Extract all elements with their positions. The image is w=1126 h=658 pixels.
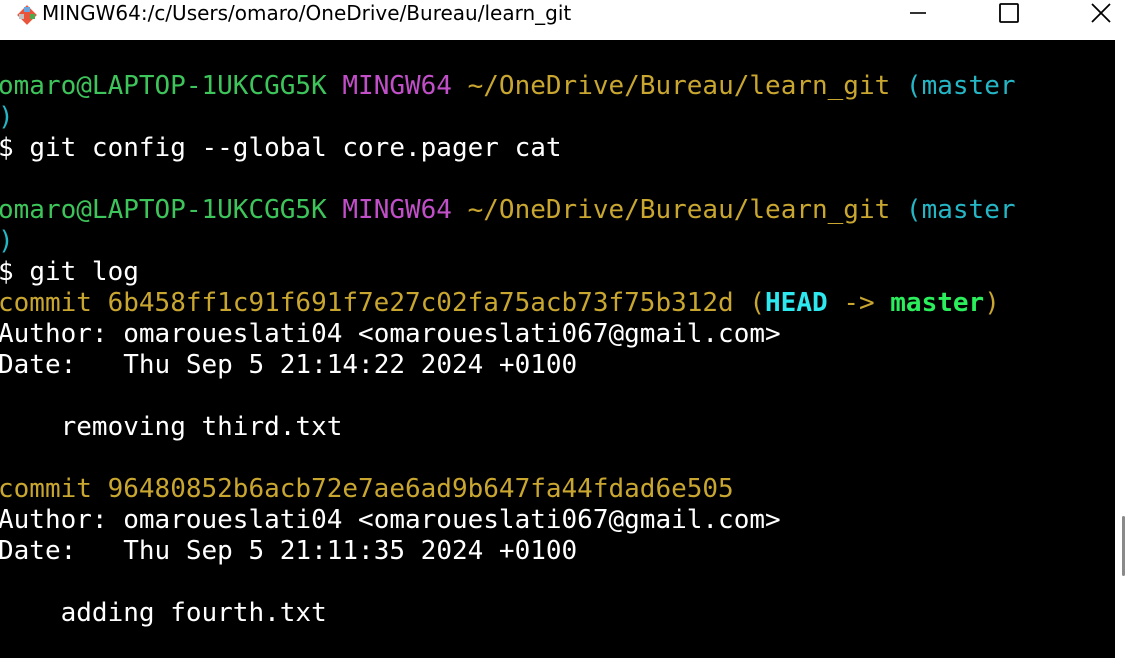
author-label: Author: xyxy=(0,319,108,349)
git-bash-icon xyxy=(17,5,37,25)
minimize-button[interactable] xyxy=(895,0,941,26)
prompt-user-host: omaro@LAPTOP-1UKCGG5K xyxy=(0,195,327,225)
command-text: git config --global core.pager cat xyxy=(29,133,562,163)
commit-word: commit xyxy=(0,288,92,318)
maximize-icon xyxy=(999,3,1019,23)
prompt-dollar: $ xyxy=(0,257,14,287)
maximize-button[interactable] xyxy=(986,0,1032,26)
author-value: omaroueslati04 <omaroueslati067@gmail.co… xyxy=(123,505,781,535)
ref-open: ( xyxy=(749,288,766,318)
commit-word: commit xyxy=(0,474,92,504)
minimize-icon xyxy=(910,12,926,14)
branch-ref: master xyxy=(890,288,985,318)
prompt-branch: (master xyxy=(905,195,1016,225)
title-bar[interactable]: MINGW64:/c/Users/omaro/OneDrive/Bureau/l… xyxy=(0,0,1126,40)
commit-message: removing third.txt xyxy=(60,412,343,442)
commit-message-line: removing third.txt xyxy=(0,412,343,443)
command-line: $ git log xyxy=(0,257,139,288)
commit-line: commit 6b458ff1c91f691f7e27c02fa75acb73f… xyxy=(0,288,1000,319)
command-text: git log xyxy=(29,257,139,287)
close-icon xyxy=(1091,3,1111,23)
command-line: $ git config --global core.pager cat xyxy=(0,133,562,164)
date-line: Date: Thu Sep 5 21:14:22 2024 +0100 xyxy=(0,350,577,381)
prompt-env: MINGW64 xyxy=(342,195,452,225)
prompt-line: omaro@LAPTOP-1UKCGG5K MINGW64 ~/OneDrive… xyxy=(0,71,1016,102)
commit-hash: 96480852b6acb72e7ae6ad9b647fa44fdad6e505 xyxy=(107,474,734,504)
author-value: omaroueslati04 <omaroueslati067@gmail.co… xyxy=(123,319,781,349)
prompt-path: ~/OneDrive/Bureau/learn_git xyxy=(467,71,891,101)
prompt-branch-close: ) xyxy=(0,226,14,256)
commit-line: commit 96480852b6acb72e7ae6ad9b647fa44fd… xyxy=(0,474,734,505)
ref-arrow: -> xyxy=(843,288,875,318)
prompt-path: ~/OneDrive/Bureau/learn_git xyxy=(467,195,891,225)
author-line: Author: omaroueslati04 <omaroueslati067@… xyxy=(0,505,781,536)
prompt-line: omaro@LAPTOP-1UKCGG5K MINGW64 ~/OneDrive… xyxy=(0,195,1016,226)
prompt-env: MINGW64 xyxy=(342,71,452,101)
prompt-dollar: $ xyxy=(0,133,14,163)
commit-hash: 6b458ff1c91f691f7e27c02fa75acb73f75b312d xyxy=(107,288,734,318)
head-ref: HEAD xyxy=(765,288,828,318)
commit-message: adding fourth.txt xyxy=(60,598,327,628)
author-label: Author: xyxy=(0,505,108,535)
date-value: Thu Sep 5 21:11:35 2024 +0100 xyxy=(123,536,578,566)
commit-message-line: adding fourth.txt xyxy=(0,598,327,629)
prompt-user-host: omaro@LAPTOP-1UKCGG5K xyxy=(0,71,327,101)
date-value: Thu Sep 5 21:14:22 2024 +0100 xyxy=(123,350,578,380)
scrollbar-thumb[interactable] xyxy=(1122,516,1125,576)
prompt-line-wrap: ) xyxy=(0,226,14,257)
prompt-branch: (master xyxy=(905,71,1016,101)
scrollbar[interactable] xyxy=(1115,40,1126,658)
ref-close: ) xyxy=(984,288,1000,318)
close-button[interactable] xyxy=(1078,0,1124,26)
date-label: Date: xyxy=(0,536,77,566)
terminal-output[interactable]: omaro@LAPTOP-1UKCGG5K MINGW64 ~/OneDrive… xyxy=(0,40,1115,658)
date-line: Date: Thu Sep 5 21:11:35 2024 +0100 xyxy=(0,536,577,567)
window-title: MINGW64:/c/Users/omaro/OneDrive/Bureau/l… xyxy=(42,1,572,25)
author-line: Author: omaroueslati04 <omaroueslati067@… xyxy=(0,319,781,350)
prompt-line-wrap: ) xyxy=(0,102,14,133)
prompt-branch-close: ) xyxy=(0,102,14,132)
terminal-window: MINGW64:/c/Users/omaro/OneDrive/Bureau/l… xyxy=(0,0,1126,658)
date-label: Date: xyxy=(0,350,77,380)
